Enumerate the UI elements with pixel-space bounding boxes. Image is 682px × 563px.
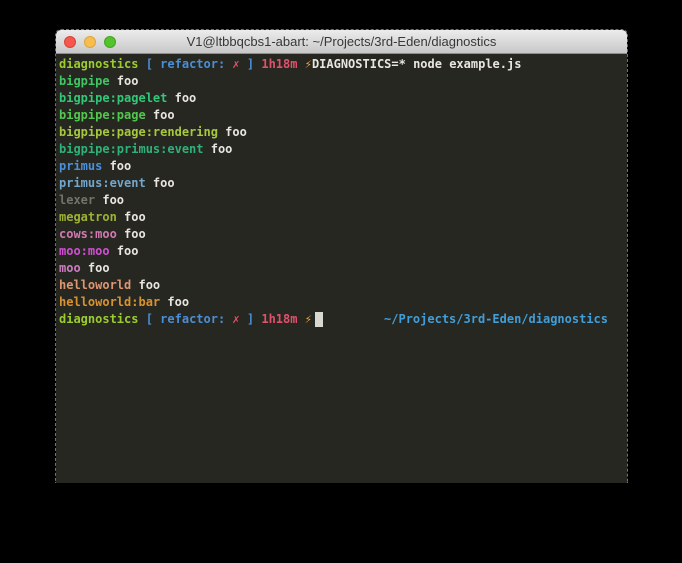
- terminal-line: bigpipe:page foo: [59, 107, 627, 124]
- terminal-line: moo:moo foo: [59, 243, 627, 260]
- terminal-text-segment: moo:moo: [59, 244, 110, 258]
- working-directory-path: ~/Projects/3rd-Eden/diagnostics: [384, 311, 608, 328]
- terminal-text-segment: foo: [160, 295, 189, 309]
- terminal-text-segment: moo: [59, 261, 81, 275]
- window-title: V1@ltbbqcbs1-abart: ~/Projects/3rd-Eden/…: [56, 30, 627, 53]
- terminal-text-segment: foo: [218, 125, 247, 139]
- terminal-text-segment: lexer: [59, 193, 95, 207]
- terminal-text-segment: foo: [102, 159, 131, 173]
- terminal-line: megatron foo: [59, 209, 627, 226]
- terminal-text-segment: foo: [110, 74, 139, 88]
- terminal-text-segment: ⚡: [305, 57, 312, 71]
- terminal-line: diagnostics [ refactor: ✗ ] 1h18m ⚡DIAGN…: [59, 56, 627, 73]
- terminal-line: bigpipe:page:rendering foo: [59, 124, 627, 141]
- terminal-text-segment: primus:event: [59, 176, 146, 190]
- title-bar[interactable]: V1@ltbbqcbs1-abart: ~/Projects/3rd-Eden/…: [56, 30, 627, 54]
- text-cursor-block: [315, 312, 323, 327]
- terminal-text-segment: megatron: [59, 210, 117, 224]
- prompt-segments: diagnostics [ refactor: ✗ ] 1h18m ⚡: [59, 311, 312, 328]
- terminal-text-segment: cows:moo: [59, 227, 117, 241]
- terminal-line: helloworld foo: [59, 277, 627, 294]
- terminal-window: V1@ltbbqcbs1-abart: ~/Projects/3rd-Eden/…: [55, 29, 628, 483]
- terminal-text-segment: bigpipe:primus:event: [59, 142, 204, 156]
- terminal-line: bigpipe:pagelet foo: [59, 90, 627, 107]
- terminal-text-segment: bigpipe: [59, 74, 110, 88]
- terminal-line: lexer foo: [59, 192, 627, 209]
- terminal-text-segment: foo: [117, 227, 146, 241]
- terminal-text-segment: foo: [204, 142, 233, 156]
- terminal-text-segment: foo: [95, 193, 124, 207]
- terminal-text-segment: bigpipe:pagelet: [59, 91, 167, 105]
- terminal-text-segment: ✗: [232, 57, 239, 71]
- terminal-text-segment: foo: [131, 278, 160, 292]
- terminal-line: bigpipe foo: [59, 73, 627, 90]
- terminal-text-segment: 1h18m: [261, 57, 297, 71]
- terminal-text-segment: [138, 57, 145, 71]
- shell-prompt-line: diagnostics [ refactor: ✗ ] 1h18m ⚡ ~/Pr…: [59, 311, 627, 328]
- terminal-text-segment: [ refactor:: [146, 57, 233, 71]
- terminal-line: primus:event foo: [59, 175, 627, 192]
- terminal-text-segment: foo: [146, 176, 175, 190]
- terminal-text-segment: primus: [59, 159, 102, 173]
- terminal-text-segment: [297, 312, 304, 326]
- terminal-line: helloworld:bar foo: [59, 294, 627, 311]
- terminal-text-segment: bigpipe:page: [59, 108, 146, 122]
- terminal-text-segment: ✗: [232, 312, 239, 326]
- terminal-text-segment: foo: [81, 261, 110, 275]
- terminal-text-segment: ]: [240, 312, 254, 326]
- terminal-text-segment: foo: [167, 91, 196, 105]
- terminal-text-segment: 1h18m: [261, 312, 297, 326]
- terminal-text-segment: diagnostics: [59, 312, 138, 326]
- terminal-text-segment: [138, 312, 145, 326]
- terminal-text-segment: foo: [146, 108, 175, 122]
- terminal-text-segment: foo: [110, 244, 139, 258]
- terminal-line: bigpipe:primus:event foo: [59, 141, 627, 158]
- terminal-text-segment: ]: [240, 57, 254, 71]
- terminal-text-segment: helloworld: [59, 278, 131, 292]
- terminal-line: cows:moo foo: [59, 226, 627, 243]
- terminal-line: moo foo: [59, 260, 627, 277]
- terminal-screen[interactable]: diagnostics [ refactor: ✗ ] 1h18m ⚡DIAGN…: [56, 54, 627, 483]
- terminal-text-segment: bigpipe:page:rendering: [59, 125, 218, 139]
- terminal-line: primus foo: [59, 158, 627, 175]
- terminal-text-segment: [297, 57, 304, 71]
- terminal-text-segment: foo: [117, 210, 146, 224]
- terminal-text-segment: ⚡: [305, 312, 312, 326]
- terminal-text-segment: DIAGNOSTICS=* node example.js: [312, 57, 522, 71]
- terminal-text-segment: [ refactor:: [146, 312, 233, 326]
- terminal-lines: diagnostics [ refactor: ✗ ] 1h18m ⚡DIAGN…: [59, 56, 627, 311]
- terminal-text-segment: diagnostics: [59, 57, 138, 71]
- terminal-text-segment: helloworld:bar: [59, 295, 160, 309]
